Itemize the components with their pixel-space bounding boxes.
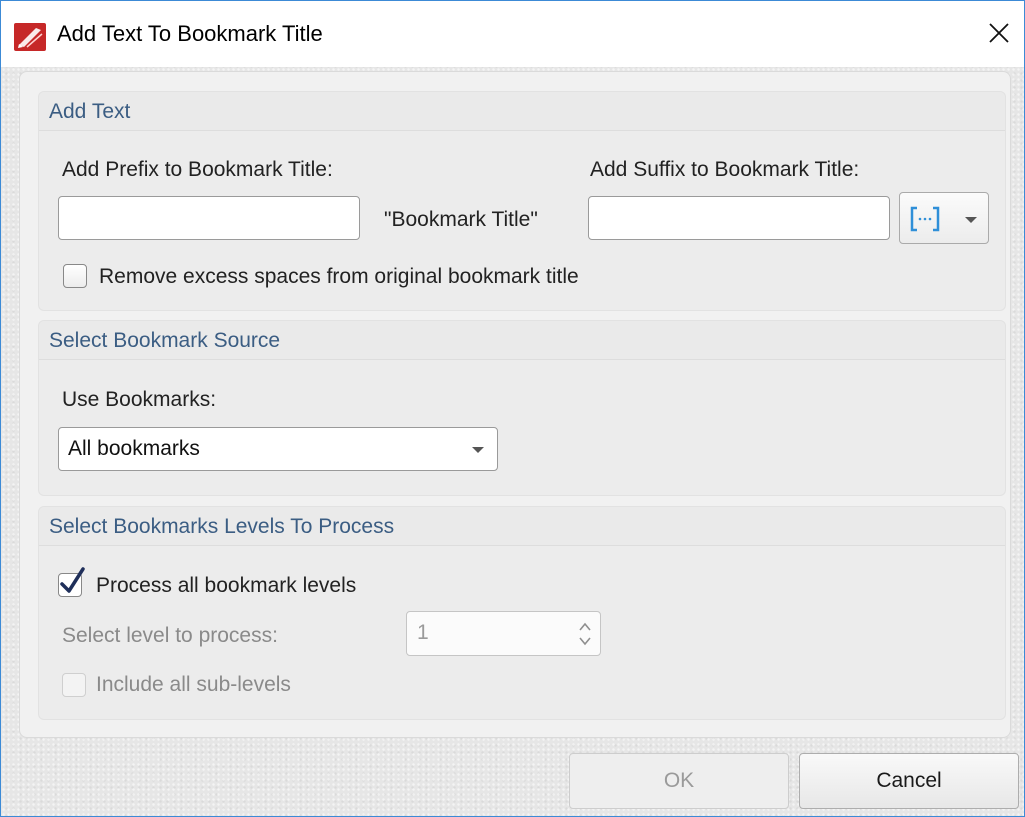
- remove-spaces-checkbox[interactable]: [63, 264, 87, 288]
- group-header: Add Text: [39, 92, 1005, 131]
- bookmark-title-placeholder: "Bookmark Title": [384, 208, 538, 231]
- suffix-input[interactable]: [588, 196, 890, 240]
- checkmark-icon: [60, 567, 85, 593]
- ok-button-mnemonic: O: [663, 769, 681, 792]
- ok-button[interactable]: OK: [569, 753, 789, 809]
- group-header: Select Bookmarks Levels To Process: [39, 507, 1005, 546]
- suffix-label: Add Suffix to Bookmark Title:: [590, 158, 860, 181]
- prefix-input[interactable]: [58, 196, 360, 240]
- close-button[interactable]: [976, 9, 1022, 57]
- group-title-levels: Select Bookmarks Levels To Process: [49, 515, 395, 538]
- group-title-source: Select Bookmark Source: [49, 329, 281, 352]
- suffix-field[interactable]: [589, 197, 889, 239]
- prefix-field[interactable]: [59, 197, 359, 239]
- select-level-label: Select level to process:: [62, 624, 278, 647]
- app-logo-icon: [14, 23, 46, 51]
- dialog-window: Add Text To Bookmark Title Add Text Add …: [0, 0, 1025, 817]
- group-title-add-text: Add Text: [49, 100, 131, 123]
- use-bookmarks-label: Use Bookmarks:: [62, 388, 217, 411]
- remove-spaces-label: Remove excess spaces from original bookm…: [99, 265, 579, 288]
- chevron-down-icon: [472, 447, 484, 453]
- ok-button-label: K: [680, 769, 695, 792]
- insert-macro-button[interactable]: [899, 192, 989, 244]
- spin-arrows-icon[interactable]: [578, 619, 592, 649]
- cancel-button-label: ancel: [891, 769, 942, 792]
- prefix-label: Add Prefix to Bookmark Title:: [62, 158, 333, 181]
- cancel-button-mnemonic: C: [876, 769, 892, 792]
- include-sub-levels-label: Include all sub-levels: [96, 673, 291, 696]
- level-value: 1: [417, 621, 429, 644]
- title-bar: Add Text To Bookmark Title: [1, 1, 1024, 67]
- level-spinner[interactable]: 1: [406, 611, 601, 656]
- selected-option: All bookmarks: [68, 437, 200, 460]
- close-icon: [989, 23, 1009, 43]
- use-bookmarks-select[interactable]: All bookmarks: [58, 427, 498, 471]
- group-header: Select Bookmark Source: [39, 321, 1005, 360]
- window-title: Add Text To Bookmark Title: [57, 21, 323, 46]
- process-all-levels-checkbox[interactable]: [58, 567, 85, 597]
- chevron-down-icon: [965, 217, 977, 223]
- macro-insert-icon: [910, 206, 940, 232]
- process-all-levels-label: Process all bookmark levels: [96, 574, 357, 597]
- cancel-button[interactable]: Cancel: [799, 753, 1019, 809]
- include-sub-levels-checkbox[interactable]: [62, 673, 86, 697]
